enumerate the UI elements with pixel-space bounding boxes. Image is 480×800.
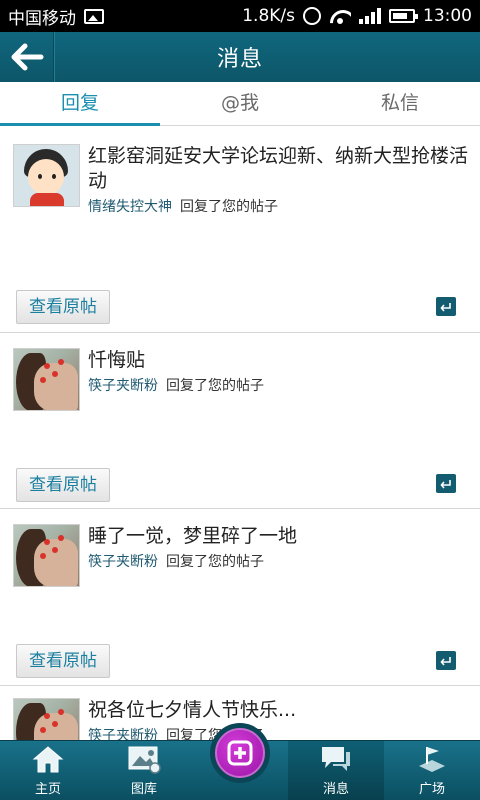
nav-plaza[interactable]: 广场	[384, 741, 480, 800]
nav-gallery-label: 图库	[130, 782, 157, 797]
nav-post[interactable]	[192, 723, 288, 800]
post-title[interactable]: 睡了一觉，梦里碎了一地	[88, 524, 297, 549]
list-item[interactable]: 红影窑洞延安大学论坛迎新、纳新大型抢楼活动 情绪失控大神 回复了您的帖子 查看原帖	[0, 126, 480, 333]
bottom-nav: 主页 图库 消息 广场	[0, 723, 480, 800]
title-bar: 消息	[0, 32, 480, 82]
action-text: 回复了您的帖子	[166, 378, 264, 394]
reply-icon[interactable]	[436, 651, 456, 670]
battery-icon	[389, 9, 418, 23]
plus-icon	[215, 728, 265, 778]
status-bar: 中国移动 1.8K/s 13:00	[0, 0, 480, 32]
view-original-button[interactable]: 查看原帖	[16, 290, 110, 324]
view-original-button[interactable]: 查看原帖	[16, 468, 110, 502]
post-title[interactable]: 祝各位七夕情人节快乐...	[88, 698, 296, 723]
message-icon	[319, 742, 353, 776]
tab-private-messages[interactable]: 私信	[320, 82, 480, 125]
signal-icon	[359, 8, 381, 24]
username-link[interactable]: 筷子夹断粉	[88, 554, 158, 570]
page-title: 消息	[216, 47, 263, 72]
action-text: 回复了您的帖子	[166, 554, 264, 570]
username-link[interactable]: 情绪失控大神	[88, 199, 172, 215]
back-button[interactable]	[0, 32, 54, 82]
new-post-button[interactable]	[210, 723, 270, 783]
network-speed: 1.8K/s	[242, 6, 295, 26]
post-title[interactable]: 忏悔贴	[88, 348, 264, 373]
plaza-flag-icon	[415, 742, 449, 776]
home-icon	[31, 742, 65, 776]
clock: 13:00	[423, 6, 472, 26]
image-notification-icon	[84, 8, 104, 24]
action-text: 回复了您的帖子	[180, 199, 278, 215]
list-item[interactable]: 睡了一觉，梦里碎了一地 筷子夹断粉 回复了您的帖子 查看原帖	[0, 509, 480, 686]
nav-plaza-label: 广场	[418, 782, 445, 797]
tab-mentions[interactable]: @我	[160, 82, 320, 125]
carrier-label: 中国移动	[8, 8, 76, 29]
alarm-icon	[303, 7, 321, 25]
avatar[interactable]	[13, 698, 80, 740]
view-original-button[interactable]: 查看原帖	[16, 644, 110, 678]
reply-icon[interactable]	[436, 297, 456, 316]
avatar[interactable]	[13, 524, 80, 587]
reply-icon[interactable]	[436, 474, 456, 493]
tab-bar: 回复 @我 私信	[0, 82, 480, 126]
wifi-icon	[329, 8, 351, 24]
username-link[interactable]: 筷子夹断粉	[88, 728, 158, 740]
nav-gallery[interactable]: 图库	[96, 741, 192, 800]
gallery-icon	[127, 742, 161, 776]
nav-home[interactable]: 主页	[0, 741, 96, 800]
post-title[interactable]: 红影窑洞延安大学论坛迎新、纳新大型抢楼活动	[88, 144, 468, 194]
avatar[interactable]	[13, 144, 80, 207]
nav-messages-label: 消息	[322, 782, 349, 797]
username-link[interactable]: 筷子夹断粉	[88, 378, 158, 394]
nav-home-label: 主页	[34, 782, 61, 797]
avatar[interactable]	[13, 348, 80, 411]
tab-replies[interactable]: 回复	[0, 82, 160, 126]
nav-messages[interactable]: 消息	[288, 741, 384, 800]
back-arrow-icon	[11, 43, 43, 71]
list-item[interactable]: 忏悔贴 筷子夹断粉 回复了您的帖子 查看原帖	[0, 333, 480, 509]
message-list: 红影窑洞延安大学论坛迎新、纳新大型抢楼活动 情绪失控大神 回复了您的帖子 查看原帖…	[0, 126, 480, 740]
